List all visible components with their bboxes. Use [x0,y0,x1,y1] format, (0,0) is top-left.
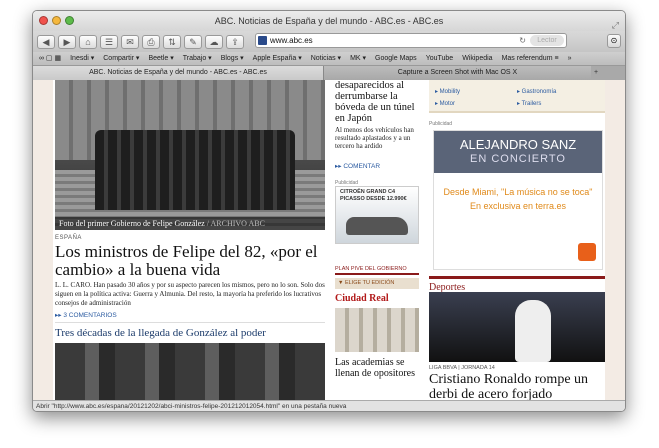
lead-headline[interactable]: Los ministros de Felipe del 82, «por el … [55,243,325,279]
lead-photo[interactable]: Foto del primer Gobierno de Felipe Gonzá… [55,80,325,230]
forward-icon[interactable]: ▶ [58,34,76,49]
browser-window: ABC. Noticias de España y del mundo - AB… [32,10,626,412]
cloud-icon[interactable]: ☁ [205,34,223,49]
category-gastronomia[interactable]: ▸ Gastronomía [517,88,556,95]
bookmark-item[interactable]: Beetle ▾ [148,52,173,65]
secondary-headline[interactable]: Tres décadas de la llegada de González a… [55,327,325,339]
bookmark-item[interactable]: Noticias ▾ [311,52,341,65]
bookmark-overflow[interactable]: » [568,52,572,65]
bookmark-item[interactable]: Apple España ▾ [253,52,302,65]
news-headline[interactable]: desaparecidos al derrumbarse la bóveda d… [335,80,419,124]
category-trailers[interactable]: ▸ Trailers [517,100,541,107]
url-text: www.abc.es [270,36,313,45]
tab-screenshot[interactable]: Capture a Screen Shot with Mac OS X [323,66,591,80]
share-icon[interactable]: ⇪ [226,34,244,49]
right-column: ▸ Mobility ▸ Gastronomía ▸ Motor ▸ Trail… [429,80,605,402]
bookmark-item[interactable]: MK ▾ [350,52,366,65]
bookmark-item[interactable]: Inesdi ▾ [70,52,94,65]
middle-column: desaparecidos al derrumbarse la bóveda d… [335,80,419,402]
downloads-icon[interactable]: ⊙ [607,34,621,48]
bookmark-item[interactable]: Mas referendum ≡ [502,52,559,65]
new-tab-icon[interactable]: + [589,66,603,80]
plan-pive-link[interactable]: PLAN PIVE DEL GOBIERNO [335,266,419,275]
ad-label: Publicidad [429,121,453,127]
print-icon[interactable]: ⎙ [142,34,160,49]
status-bar: Abrir "http://www.abc.es/espana/20121202… [33,400,625,411]
news-summary: Al menos dos vehículos han resultado apl… [335,126,414,150]
edition-city[interactable]: Ciudad Real [335,293,389,304]
site-favicon-icon [258,36,267,45]
edition-photo[interactable] [335,308,419,352]
bookmark-item[interactable]: Blogs ▾ [221,52,244,65]
comment-link[interactable]: ▸▸ COMENTAR [335,162,380,170]
bookmark-item[interactable]: Compartir ▾ [103,52,139,65]
secondary-photo[interactable] [55,343,325,402]
photo-caption: Foto del primer Gobierno de Felipe Gonzá… [55,217,325,230]
window-title: ABC. Noticias de España y del mundo - AB… [214,16,444,26]
mail-icon[interactable]: ✉ [121,34,139,49]
home-icon[interactable]: ⌂ [79,34,97,49]
sports-section-title[interactable]: Deportes [429,276,605,293]
divider [55,322,325,323]
edition-headline[interactable]: Las academias se llenan de opositores [335,357,419,379]
terra-logo-icon [578,243,596,261]
tab-bar: ABC. Noticias de España y del mundo - AB… [33,66,625,80]
title-bar: ABC. Noticias de España y del mundo - AB… [33,11,625,31]
address-bar[interactable]: www.abc.es ↻ Lector [255,33,567,48]
back-icon[interactable]: ◀ [37,34,55,49]
sports-kicker: LIGA BBVA | JORNADA 14 [429,365,495,371]
ad-subtitle: EN CONCIERTO [470,153,566,165]
right-page-margin [605,80,625,402]
tab-abc[interactable]: ABC. Noticias de España y del mundo - AB… [33,66,323,80]
category-links: ▸ Mobility ▸ Gastronomía ▸ Motor ▸ Trail… [429,80,605,113]
category-motor[interactable]: ▸ Motor [435,100,455,107]
bookmarks-bar: ∞ ▢ ▦ Inesdi ▾ Compartir ▾ Beetle ▾ Trab… [33,52,625,66]
tools-icon[interactable]: ✎ [184,34,202,49]
toolbar: ◀ ▶ ⌂ ☰ ✉ ⎙ ⇅ ✎ ☁ ⇪ www.abc.es ↻ Lector … [33,31,625,52]
concert-advertisement[interactable]: ALEJANDRO SANZ EN CONCIERTO Desde Miami,… [433,130,603,270]
reload-icon[interactable]: ↻ [519,34,526,47]
zoom-icon[interactable] [65,16,74,25]
reading-list-icon[interactable]: ∞ ▢ ▦ [39,52,61,65]
bookmark-item[interactable]: Trabajo ▾ [183,52,212,65]
sports-headline[interactable]: Cristiano Ronaldo rompe un derbi de acer… [429,372,605,402]
car-image [346,217,408,235]
main-column: Foto del primer Gobierno de Felipe Gonzá… [55,80,325,402]
category-mobility[interactable]: ▸ Mobility [435,88,460,95]
web-content: Foto del primer Gobierno de Felipe Gonzá… [33,80,625,402]
lead-summary: L. L. CARO. Han pasado 30 años y por su … [55,281,325,307]
sync-icon[interactable]: ⇅ [163,34,181,49]
edition-selector[interactable]: ▼ ELIGE TU EDICIÓN [335,278,419,289]
bookmark-item[interactable]: Google Maps [375,52,417,65]
ad-line-2: En exclusiva en terra.es [469,201,567,211]
byline: L. L. CARO. [55,281,92,289]
ad-title: ALEJANDRO SANZ [459,137,577,152]
car-advertisement[interactable]: CITROËN GRAND C4 PICASSO DESDE 12.990€ [335,186,419,244]
minimize-icon[interactable] [52,16,61,25]
reader-button[interactable]: Lector [530,35,564,46]
comments-link[interactable]: ▸▸ 3 COMENTARIOS [55,311,117,319]
bookmark-item[interactable]: YouTube [426,52,454,65]
sports-photo[interactable] [429,292,605,362]
ad-line-1: Desde Miami, "La música no se toca" [443,187,593,197]
close-icon[interactable] [39,16,48,25]
window-controls [39,16,74,25]
section-kicker[interactable]: ESPAÑA [55,235,82,241]
history-icon[interactable]: ☰ [100,34,118,49]
bookmark-item[interactable]: Wikipedia [462,52,492,65]
left-page-margin [33,80,53,402]
